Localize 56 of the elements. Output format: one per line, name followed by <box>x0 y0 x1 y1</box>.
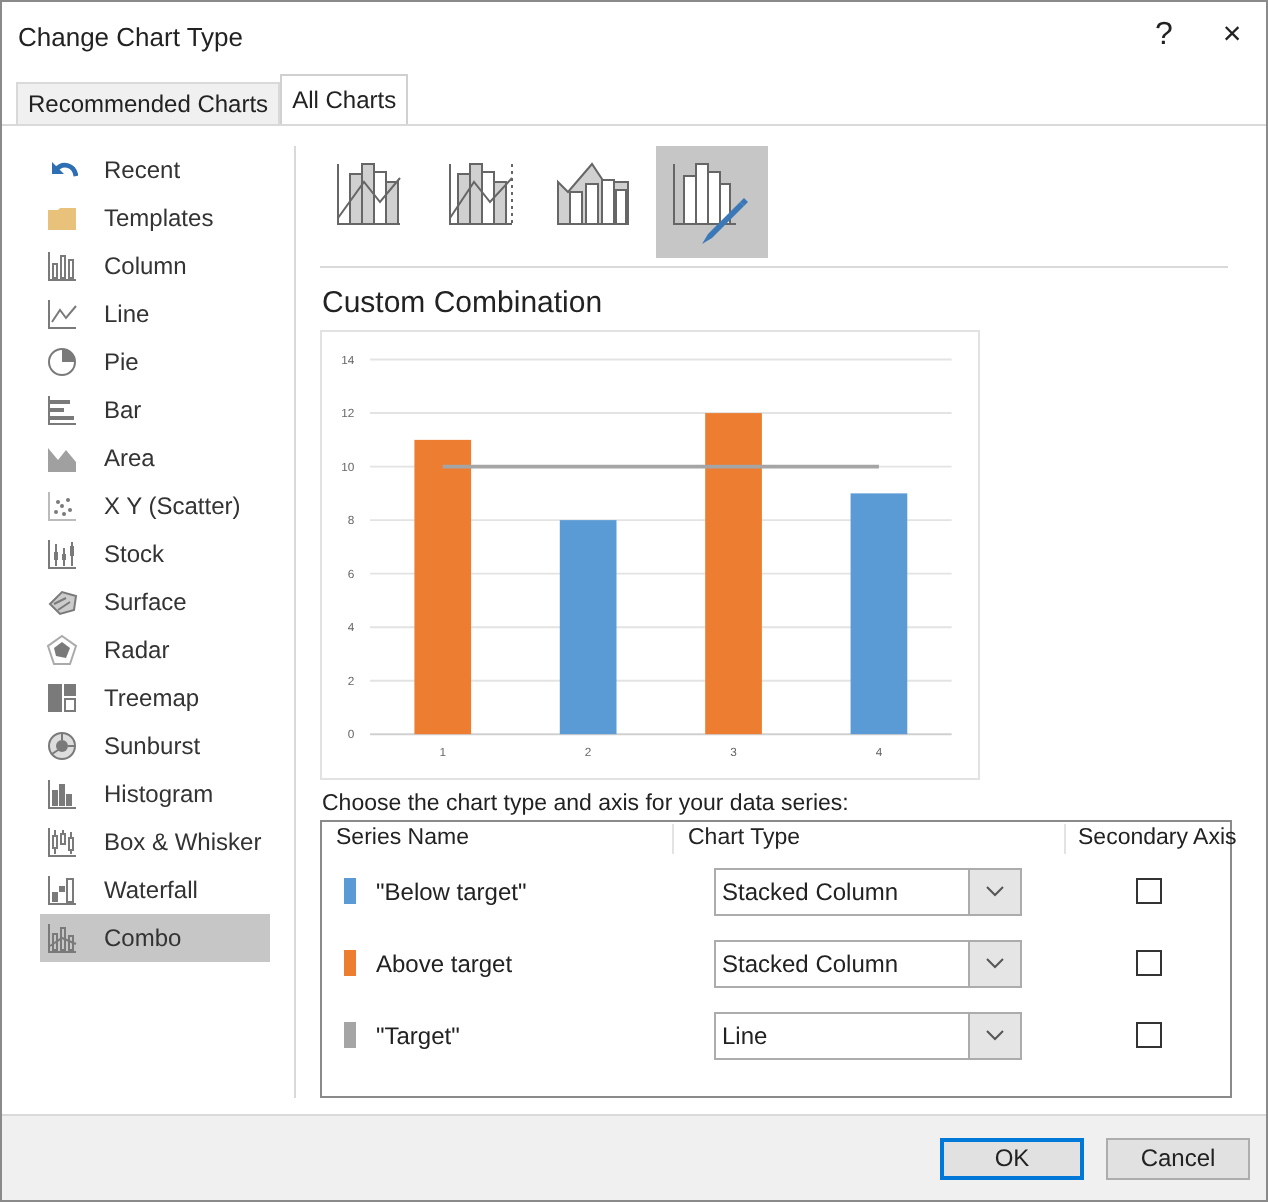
surface-chart-icon <box>46 586 78 618</box>
chart-type-dropdown[interactable]: Stacked Column <box>714 939 1022 988</box>
chart-category-item[interactable]: Histogram <box>40 770 270 818</box>
histogram-icon <box>46 778 78 810</box>
series-instruction: Choose the chart type and axis for your data series: <box>322 791 851 816</box>
chart-category-item[interactable]: Pie <box>40 338 270 386</box>
column-chart-icon <box>46 250 78 282</box>
chart-type-dropdown[interactable]: Stacked Column <box>714 867 1022 916</box>
series-name: Above target <box>376 949 513 978</box>
ok-button[interactable]: OK <box>940 1137 1084 1179</box>
chart-category-item[interactable]: Sunburst <box>40 722 270 770</box>
chart-category-item[interactable]: Templates <box>40 194 270 242</box>
series-name: "Below target" <box>376 877 527 906</box>
chart-subtype-button[interactable] <box>656 146 768 258</box>
chart-category-item[interactable]: Column <box>40 242 270 290</box>
scatter-chart-icon <box>46 490 78 522</box>
bar-chart-icon <box>46 394 78 426</box>
chart-category-item[interactable]: Treemap <box>40 674 270 722</box>
tab[interactable]: All Charts <box>280 74 409 124</box>
chart-category-item[interactable]: Combo <box>40 914 270 962</box>
combo-chart-icon <box>46 922 78 954</box>
secondary-axis-checkbox[interactable] <box>1135 878 1161 905</box>
chart-category-item[interactable]: Stock <box>40 530 270 578</box>
close-button[interactable]: × <box>1198 2 1266 70</box>
chart-category-item[interactable]: Radar <box>40 626 270 674</box>
secondary-axis-checkbox[interactable] <box>1135 1022 1161 1049</box>
window-title: Change Chart Type <box>18 21 245 51</box>
series-name: "Target" <box>376 1021 460 1050</box>
chart-category-item[interactable]: Line <box>40 290 270 338</box>
chart-category-item[interactable]: Area <box>40 434 270 482</box>
sunburst-icon <box>46 730 78 762</box>
column-header: Chart Type <box>674 823 1066 854</box>
radar-chart-icon <box>46 634 78 666</box>
treemap-icon <box>46 682 78 714</box>
chart-category-item[interactable]: Waterfall <box>40 866 270 914</box>
help-button[interactable]: ? <box>1130 2 1198 70</box>
folder-icon <box>46 202 78 234</box>
chevron-down-icon <box>986 885 1004 898</box>
waterfall-chart-icon <box>46 874 78 906</box>
secondary-axis-checkbox[interactable] <box>1135 950 1161 977</box>
cancel-button[interactable]: Cancel <box>1106 1137 1250 1179</box>
chart-category-item[interactable]: X Y (Scatter) <box>40 482 270 530</box>
chart-type-dropdown[interactable]: Line <box>714 1011 1022 1060</box>
line-chart-icon <box>46 298 78 330</box>
pie-chart-icon <box>46 346 78 378</box>
chevron-down-icon <box>986 1029 1004 1042</box>
tab[interactable]: Recommended Charts <box>16 82 281 124</box>
stock-chart-icon <box>46 538 78 570</box>
chart-category-item[interactable]: Recent <box>40 146 270 194</box>
chart-category-item[interactable]: Surface <box>40 578 270 626</box>
preview-title: Custom Combination <box>322 286 605 320</box>
chart-category-item[interactable]: Box & Whisker <box>40 818 270 866</box>
box-whisker-icon <box>46 826 78 858</box>
chart-category-item[interactable]: Bar <box>40 386 270 434</box>
chevron-down-icon <box>986 957 1004 970</box>
column-header: Series Name <box>322 823 674 854</box>
